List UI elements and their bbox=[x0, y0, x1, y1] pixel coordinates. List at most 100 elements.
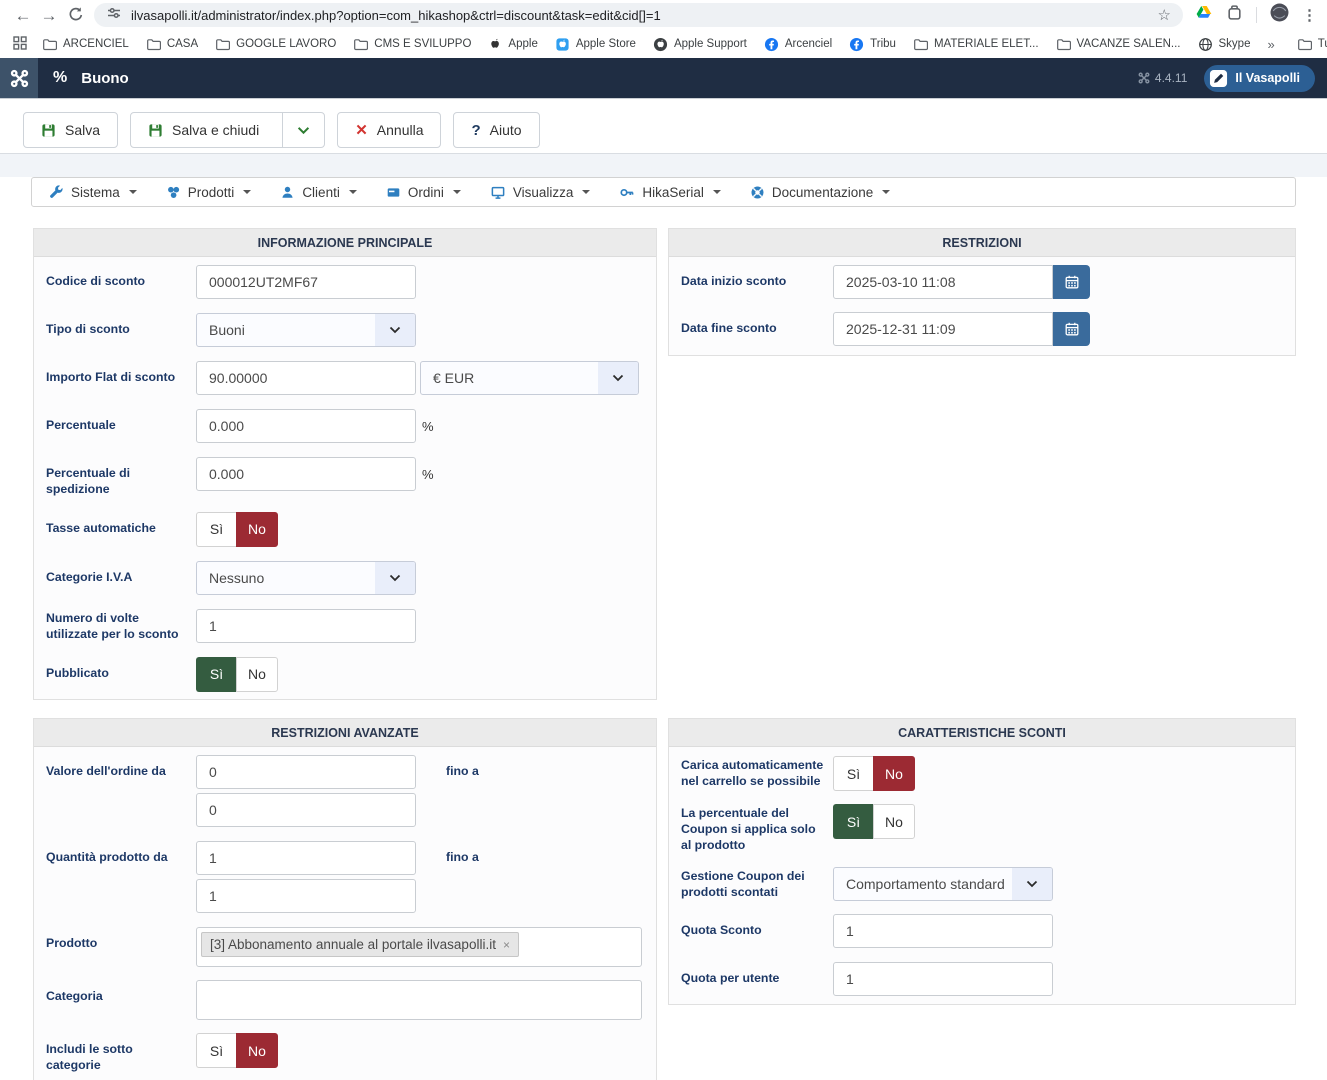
toggle-no[interactable]: No bbox=[236, 1033, 278, 1068]
gestione-coupon-select[interactable]: Comportamento standard bbox=[833, 867, 1053, 901]
percent-suffix: % bbox=[422, 409, 434, 443]
clipboard-icon[interactable] bbox=[1226, 4, 1243, 26]
bookmark-item[interactable]: CASA bbox=[146, 37, 198, 52]
site-settings-icon[interactable] bbox=[106, 5, 122, 26]
toggle-yes[interactable]: Sì bbox=[196, 657, 236, 692]
menu-visualizza[interactable]: Visualizza bbox=[490, 185, 591, 200]
bookmark-item[interactable]: MATERIALE ELET... bbox=[913, 37, 1039, 52]
back-icon[interactable]: ← bbox=[10, 7, 36, 24]
wrench-icon bbox=[49, 185, 64, 200]
quota-sconto-input[interactable] bbox=[833, 914, 1053, 948]
bookmark-item[interactable]: VACANZE SALEN... bbox=[1056, 37, 1181, 52]
folder-icon bbox=[42, 37, 57, 52]
user-menu-button[interactable]: Il Vasapolli bbox=[1204, 65, 1315, 92]
field-label: Pubblicato bbox=[46, 657, 196, 692]
percentuale-spedizione-input[interactable] bbox=[196, 457, 416, 491]
cancel-icon: ✕ bbox=[355, 121, 368, 139]
field-label: Percentuale di spedizione bbox=[46, 457, 196, 498]
toggle-yes[interactable]: Sì bbox=[833, 756, 873, 791]
save-button[interactable]: Salva bbox=[23, 112, 118, 148]
categorie-iva-select[interactable]: Nessuno bbox=[196, 561, 416, 595]
save-close-button[interactable]: Salva e chiudi bbox=[130, 112, 325, 148]
bookmark-item[interactable]: Arcenciel bbox=[764, 37, 832, 52]
menu-clienti[interactable]: Clienti bbox=[280, 185, 357, 200]
tipo-sconto-select[interactable]: Buoni bbox=[196, 313, 416, 347]
apps-grid-icon[interactable] bbox=[12, 35, 28, 54]
percent-suffix: % bbox=[422, 457, 434, 498]
panel-title: RESTRIZIONI bbox=[669, 229, 1295, 257]
joomla-logo[interactable] bbox=[0, 58, 38, 98]
field-label: Gestione Coupon dei prodotti scontati bbox=[681, 867, 833, 901]
prodotto-field[interactable]: [3] Abbonamento annuale al portale ilvas… bbox=[196, 927, 642, 967]
menu-sistema[interactable]: Sistema bbox=[49, 185, 137, 200]
toggle-no[interactable]: No bbox=[236, 512, 278, 547]
divider bbox=[1256, 7, 1257, 23]
bookmark-star-icon[interactable]: ☆ bbox=[1158, 6, 1171, 24]
browser-toolbar: ← → ilvasapolli.it/administrator/index.p… bbox=[0, 0, 1327, 30]
menu-documentazione[interactable]: Documentazione bbox=[750, 185, 890, 200]
bookmark-item[interactable]: CMS E SVILUPPO bbox=[353, 37, 471, 52]
profile-avatar[interactable] bbox=[1270, 3, 1289, 27]
bookmark-item[interactable]: Apple bbox=[488, 37, 537, 52]
toggle-yes[interactable]: Sì bbox=[196, 512, 236, 547]
menu-hikaserial[interactable]: HikaSerial bbox=[619, 185, 721, 200]
remove-tag-icon[interactable]: × bbox=[503, 938, 510, 952]
percentuale-input[interactable] bbox=[196, 409, 416, 443]
bookmarks-bar: ARCENCIEL CASA GOOGLE LAVORO CMS E SVILU… bbox=[0, 30, 1327, 58]
chrome-menu-icon[interactable]: ⋮ bbox=[1302, 6, 1317, 24]
calendar-icon bbox=[1064, 321, 1080, 337]
toggle-no[interactable]: No bbox=[236, 657, 278, 692]
quantita-a-input[interactable] bbox=[196, 879, 416, 913]
codice-sconto-input[interactable] bbox=[196, 265, 416, 299]
save-dropdown-toggle[interactable] bbox=[282, 113, 324, 147]
toggle-yes[interactable]: Sì bbox=[196, 1033, 236, 1068]
chevron-down-icon bbox=[349, 190, 357, 194]
data-inizio-input[interactable] bbox=[833, 265, 1053, 299]
all-favorites[interactable]: Tutti i preferiti bbox=[1297, 37, 1327, 52]
chevron-down-icon bbox=[1012, 868, 1052, 900]
calendar-button[interactable] bbox=[1053, 265, 1090, 299]
menu-ordini[interactable]: Ordini bbox=[386, 185, 461, 200]
help-button[interactable]: ? Aiuto bbox=[453, 112, 539, 148]
bookmark-item[interactable]: ARCENCIEL bbox=[42, 37, 129, 52]
chevron-down-icon bbox=[129, 190, 137, 194]
numero-volte-input[interactable] bbox=[196, 609, 416, 643]
valore-ordine-da-input[interactable] bbox=[196, 755, 416, 789]
importo-flat-input[interactable] bbox=[196, 361, 416, 395]
calendar-button[interactable] bbox=[1053, 312, 1090, 346]
quantita-da-input[interactable] bbox=[196, 841, 416, 875]
bookmark-item[interactable]: Skype bbox=[1198, 37, 1251, 52]
menu-prodotti[interactable]: Prodotti bbox=[166, 185, 252, 200]
field-label: Carica automaticamente nel carrello se p… bbox=[681, 756, 833, 791]
quota-utente-input[interactable] bbox=[833, 962, 1053, 996]
field-label: Importo Flat di sconto bbox=[46, 361, 196, 395]
categoria-input[interactable] bbox=[196, 980, 642, 1020]
bookmark-item[interactable]: Apple Support bbox=[653, 37, 747, 52]
chevron-down-icon bbox=[582, 190, 590, 194]
toggle-no[interactable]: No bbox=[873, 756, 915, 791]
pubblicato-toggle: Sì No bbox=[196, 657, 278, 692]
fino-a-label: fino a bbox=[446, 841, 479, 875]
field-label: Numero di volte utilizzate per lo sconto bbox=[46, 609, 196, 643]
panel-restrizioni-avanzate: RESTRIZIONI AVANZATE Valore dell'ordine … bbox=[33, 718, 657, 1080]
chevron-down-icon bbox=[713, 190, 721, 194]
data-fine-input[interactable] bbox=[833, 312, 1053, 346]
bookmark-item[interactable]: Apple Store bbox=[555, 37, 636, 52]
bookmarks-overflow-icon[interactable]: » bbox=[1267, 37, 1274, 52]
toggle-no[interactable]: No bbox=[873, 804, 915, 839]
field-label: Tasse automatiche bbox=[46, 512, 196, 547]
folder-icon bbox=[1297, 37, 1312, 52]
reload-icon[interactable] bbox=[62, 6, 88, 25]
cancel-button[interactable]: ✕ Annulla bbox=[337, 112, 441, 148]
drive-icon[interactable] bbox=[1195, 4, 1213, 26]
forward-icon[interactable]: → bbox=[36, 7, 62, 24]
valore-ordine-a-input[interactable] bbox=[196, 793, 416, 827]
address-bar[interactable]: ilvasapolli.it/administrator/index.php?o… bbox=[94, 3, 1183, 27]
toggle-yes[interactable]: Sì bbox=[833, 804, 873, 839]
bookmark-item[interactable]: GOOGLE LAVORO bbox=[215, 37, 336, 52]
chevron-down-icon bbox=[243, 190, 251, 194]
field-label: Data inizio sconto bbox=[681, 265, 833, 299]
sub-toolbar-band bbox=[0, 154, 1327, 177]
bookmark-item[interactable]: Tribu bbox=[849, 37, 896, 52]
currency-select[interactable]: € EUR bbox=[420, 361, 639, 395]
